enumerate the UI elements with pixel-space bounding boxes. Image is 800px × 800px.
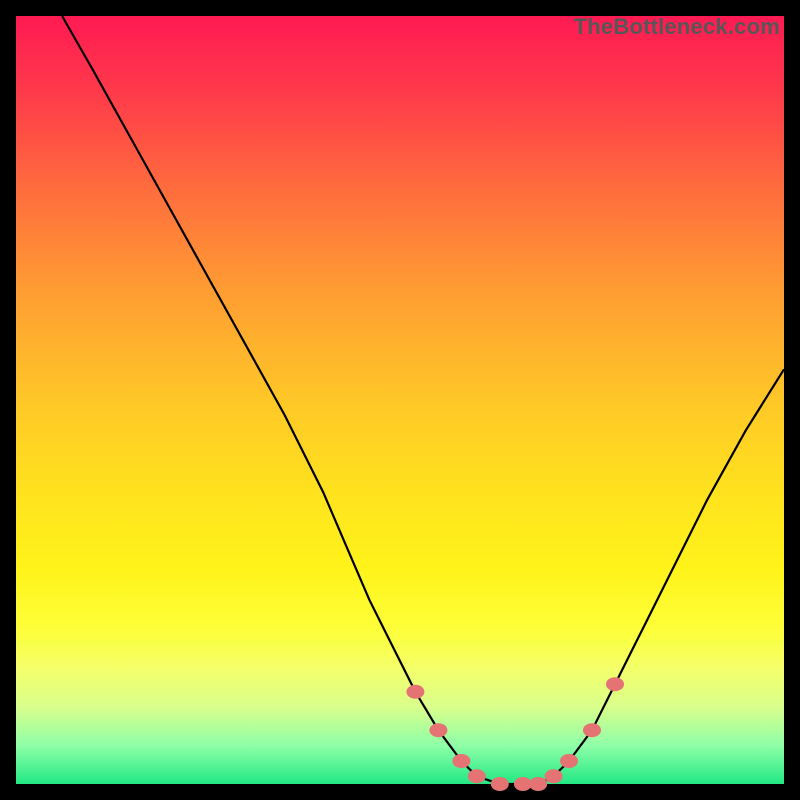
curve-marker bbox=[583, 723, 601, 737]
curve-marker bbox=[452, 754, 470, 768]
curve-marker bbox=[529, 777, 547, 791]
curve-marker bbox=[491, 777, 509, 791]
curve-marker bbox=[406, 685, 424, 699]
chart-frame: TheBottleneck.com bbox=[16, 16, 784, 784]
bottleneck-curve bbox=[62, 16, 784, 784]
chart-overlay bbox=[16, 16, 784, 784]
curve-marker bbox=[429, 723, 447, 737]
curve-marker bbox=[545, 769, 563, 783]
curve-marker bbox=[606, 677, 624, 691]
watermark-text: TheBottleneck.com bbox=[574, 14, 780, 40]
curve-marker bbox=[560, 754, 578, 768]
curve-marker bbox=[468, 769, 486, 783]
curve-markers bbox=[406, 677, 624, 791]
